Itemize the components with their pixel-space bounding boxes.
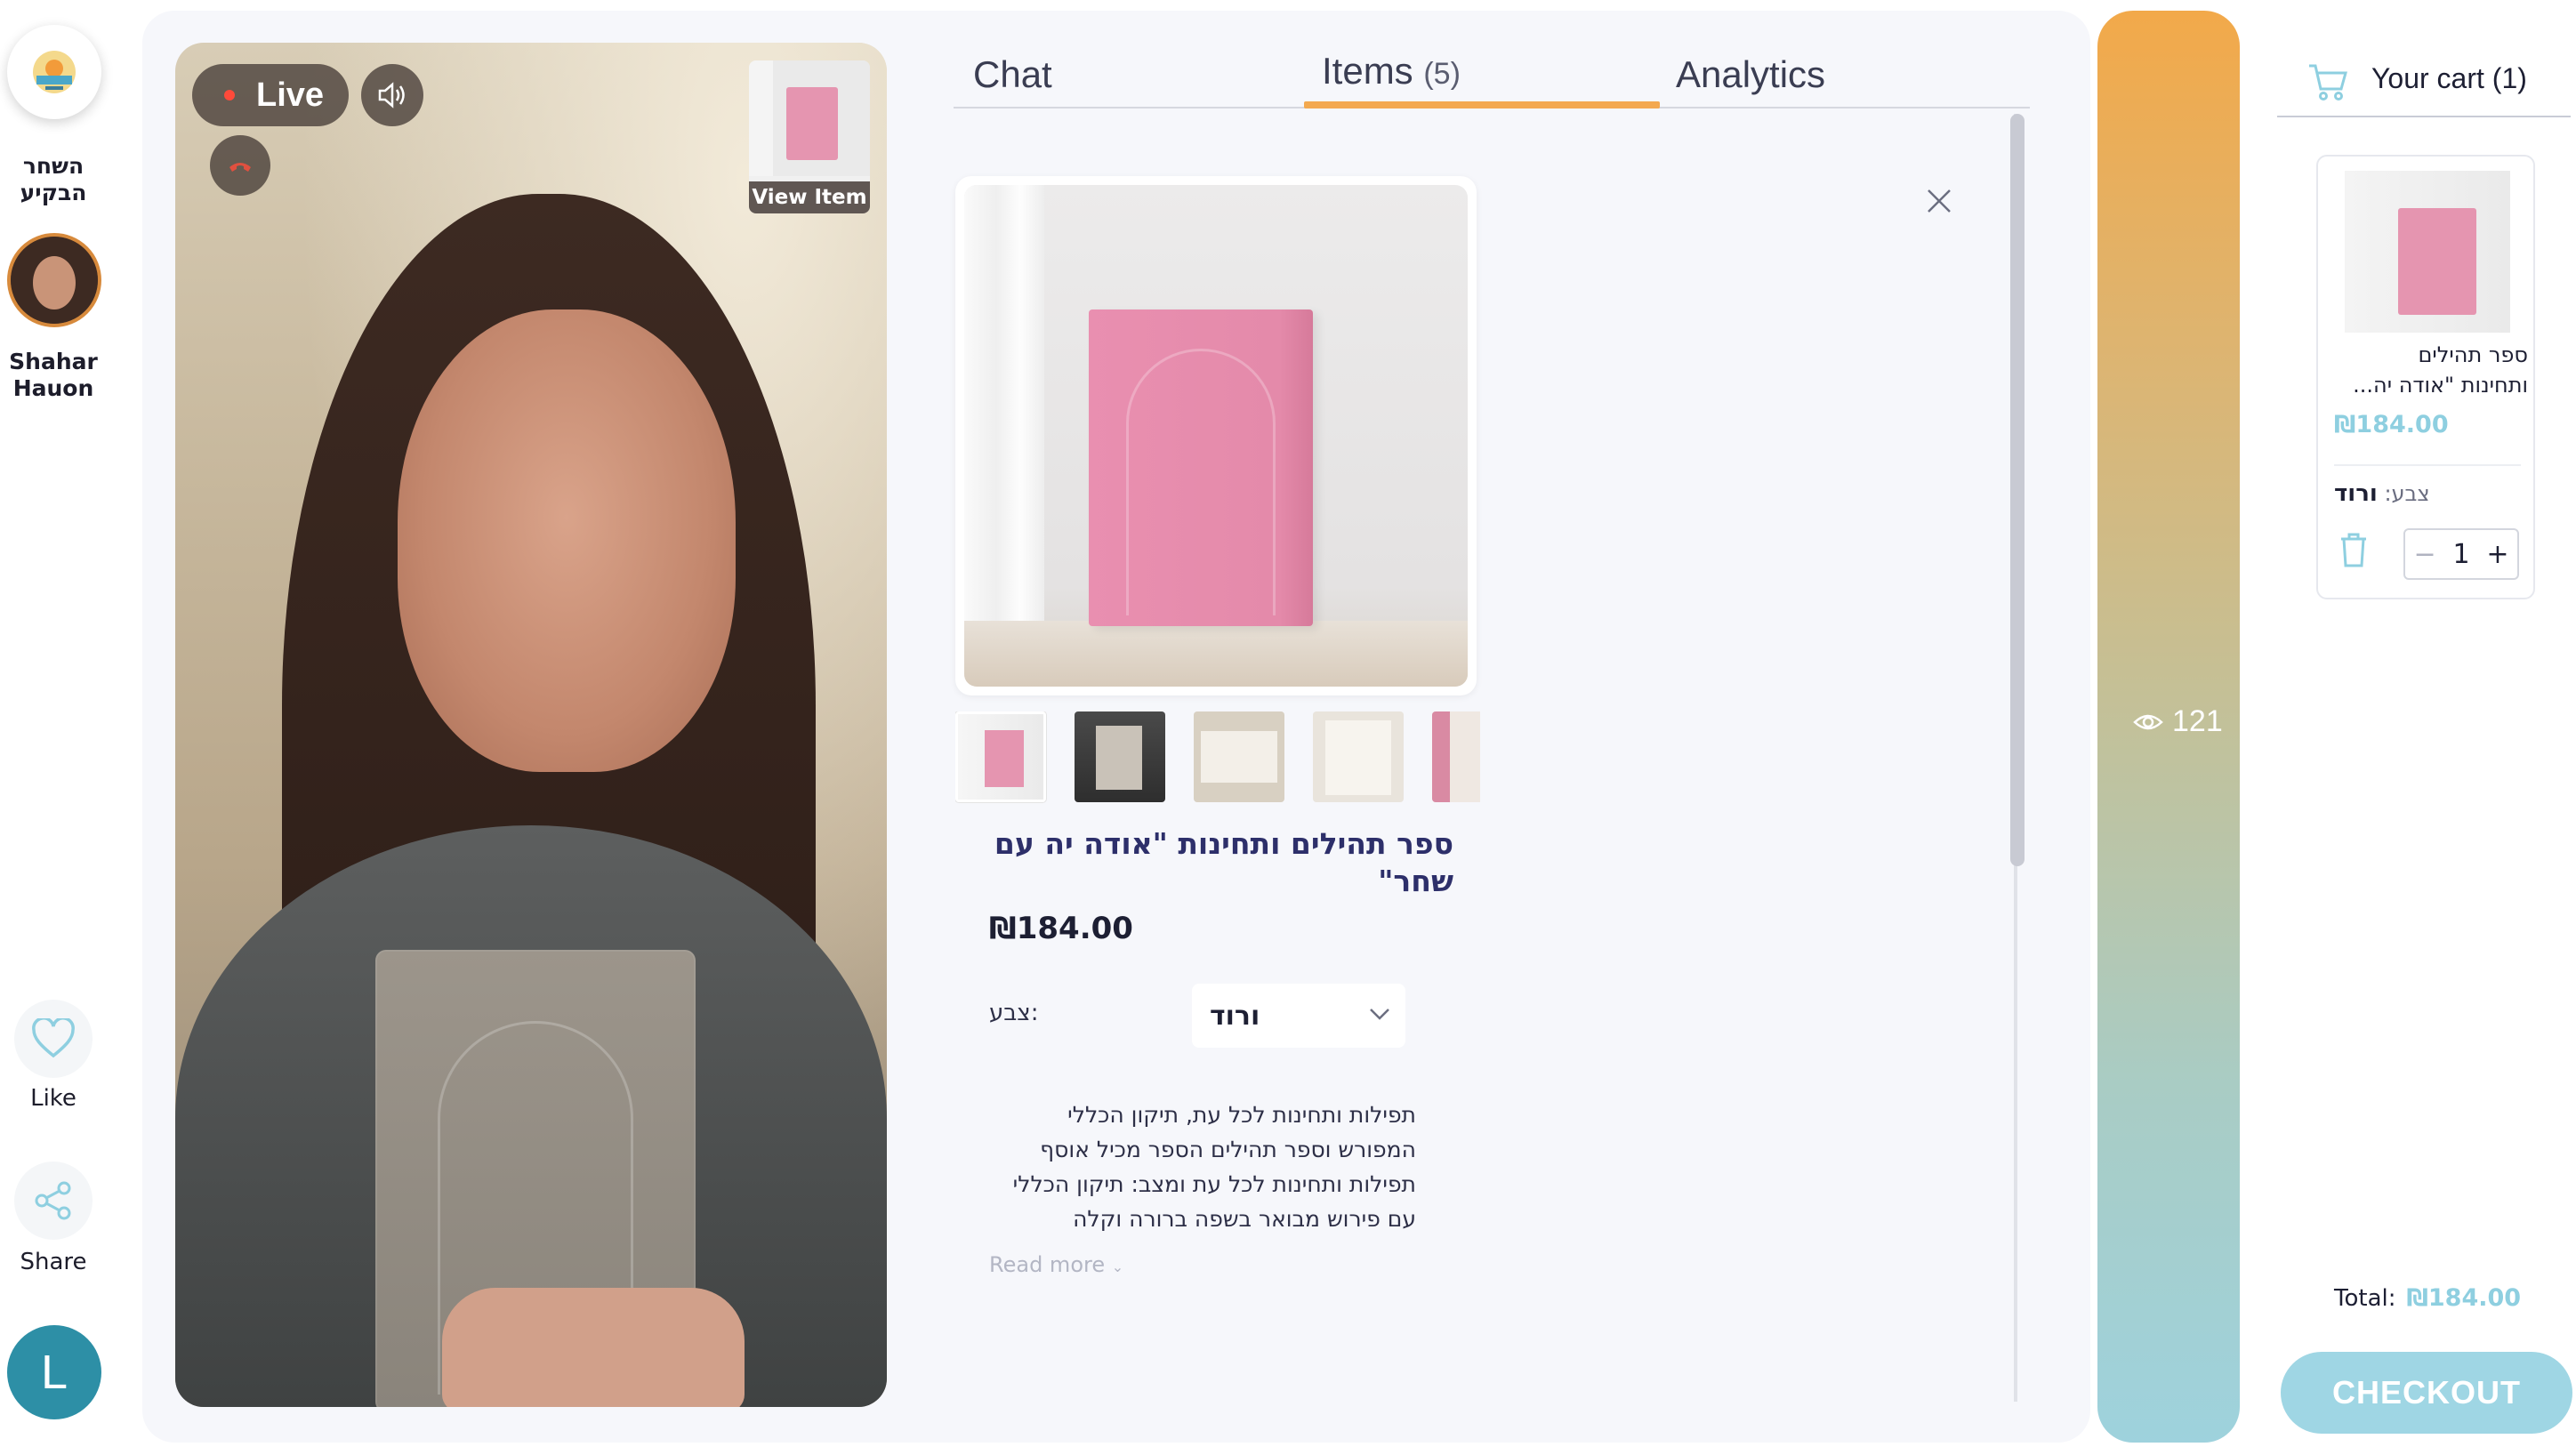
cart-total: Total: ₪184.00: [2334, 1284, 2521, 1312]
color-label: צבע:: [989, 1000, 1039, 1026]
total-value: ₪184.00: [2406, 1284, 2522, 1312]
read-more-link[interactable]: Read more ⌄: [989, 1252, 1123, 1277]
cart-item-image[interactable]: [2345, 171, 2510, 333]
view-item-button[interactable]: View Item: [749, 60, 870, 213]
host-avatar[interactable]: [7, 233, 101, 327]
checkout-button[interactable]: CHECKOUT: [2281, 1352, 2572, 1434]
tab-bar: Chat Items (5) Analytics: [954, 50, 2030, 109]
like-label: Like: [30, 1085, 76, 1112]
color-select[interactable]: ורוד: [1192, 984, 1405, 1048]
live-video[interactable]: [175, 43, 887, 1407]
thumbnail-4[interactable]: [1313, 711, 1404, 802]
pink-book-image: [1089, 309, 1313, 626]
live-label: Live: [256, 76, 325, 114]
end-call-button[interactable]: [210, 135, 270, 196]
thumbnail-3[interactable]: [1194, 711, 1284, 802]
speaker-icon: [378, 82, 405, 109]
share-icon: [35, 1181, 71, 1220]
host-photo: [11, 237, 98, 324]
share-label: Share: [20, 1249, 87, 1275]
scrollbar-thumb[interactable]: [2010, 114, 2025, 866]
divider: [2334, 464, 2521, 466]
thumbnail-strip: [955, 711, 1480, 804]
chevron-down-icon: ⌄: [1111, 1258, 1124, 1275]
left-rail: השחר הבקיע Shahar Hauon Like Share L: [0, 0, 107, 1455]
tab-chat[interactable]: Chat: [973, 53, 1052, 96]
host-name[interactable]: Shahar Hauon: [0, 349, 107, 402]
heart-icon: [32, 1018, 75, 1058]
user-avatar[interactable]: L: [7, 1325, 101, 1419]
cart-item-name: ספר תהילים ותחינות "אודה יה...: [2353, 342, 2528, 398]
trash-icon[interactable]: [2336, 530, 2371, 569]
tab-analytics[interactable]: Analytics: [1676, 53, 1825, 96]
chevron-down-icon: [1370, 1009, 1389, 1020]
shop-logo-icon: [33, 51, 76, 93]
viewer-count: 121: [2133, 704, 2223, 739]
decrement-button[interactable]: −: [2413, 539, 2435, 570]
host-face: [398, 309, 736, 772]
tab-items[interactable]: Items (5): [1322, 50, 1461, 92]
cart-title: Your cart (1): [2371, 62, 2527, 94]
items-count: (5): [1423, 57, 1461, 91]
item-title: ספר תהילים ותחינות "אודה יה עם שחר": [994, 826, 1453, 898]
active-tab-indicator: [1304, 101, 1660, 109]
phone-icon: [229, 163, 251, 172]
thumbnail-1[interactable]: [955, 711, 1046, 802]
view-item-label: View Item: [749, 181, 870, 213]
shop-logo[interactable]: [7, 25, 101, 119]
cart-item-price: ₪184.00: [2334, 411, 2449, 438]
close-icon[interactable]: [1921, 183, 1957, 219]
viewer-count-value: 121: [2172, 704, 2223, 738]
live-badge: Live: [192, 64, 349, 126]
color-select-value: ורוד: [1210, 1000, 1260, 1032]
increment-button[interactable]: +: [2486, 539, 2508, 570]
cart-icon: [2309, 64, 2347, 100]
shop-name[interactable]: השחר הבקיע: [0, 153, 107, 206]
like-button[interactable]: [14, 1000, 93, 1078]
thumbnail-2[interactable]: [1075, 711, 1165, 802]
quantity-value: 1: [2452, 538, 2470, 570]
item-price: ₪184.00: [989, 911, 1133, 946]
quantity-stepper: − 1 +: [2403, 528, 2519, 580]
view-item-thumbnail: [749, 60, 870, 176]
item-main-photo[interactable]: [955, 176, 1477, 695]
thumbnail-5[interactable]: [1432, 711, 1480, 802]
cart-item-variant: צבע: ורוד: [2334, 480, 2430, 507]
share-button[interactable]: [14, 1162, 93, 1240]
cart-item-card: ספר תהילים ותחינות "אודה יה... ₪184.00 צ…: [2316, 155, 2535, 599]
live-dot-icon: [224, 90, 235, 100]
item-description: תפילות ותחינות לכל עת, תיקון הכללי המפור…: [1012, 1102, 1416, 1232]
host-hand: [442, 1288, 745, 1407]
eye-icon: [2133, 714, 2163, 729]
sound-button[interactable]: [361, 64, 423, 126]
total-label: Total:: [2334, 1285, 2396, 1312]
